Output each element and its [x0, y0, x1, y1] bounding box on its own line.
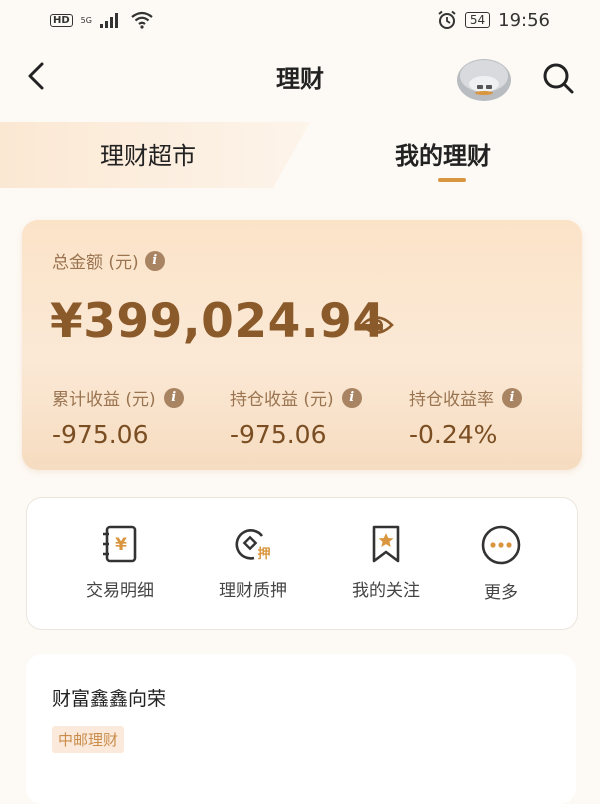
total-amount-label-row: 总金额 (元) i	[52, 248, 165, 273]
metric-label: 持仓收益 (元)	[230, 390, 334, 410]
tab-my-wealth[interactable]: 我的理财	[395, 136, 491, 171]
quick-actions-card: ¥ 交易明细 押 理财质押 我的关注 更多	[26, 497, 578, 630]
status-right: 54 19:56	[437, 10, 550, 31]
bookmark-icon	[372, 525, 400, 563]
action-my-follow[interactable]: 我的关注	[326, 524, 446, 601]
mascot-avatar-icon[interactable]	[455, 54, 513, 104]
svg-text:押: 押	[257, 546, 270, 562]
eye-icon[interactable]	[360, 314, 394, 336]
action-label: 更多	[484, 583, 518, 603]
metric-value: -975.06	[230, 420, 327, 449]
action-label: 交易明细	[86, 581, 154, 601]
info-icon[interactable]: i	[163, 387, 184, 408]
status-bar: HD 5G 54 19:56	[0, 0, 600, 40]
battery-indicator: 54	[464, 12, 491, 28]
alarm-icon	[438, 10, 456, 29]
metric-label: 累计收益 (元)	[52, 390, 156, 410]
metric-holding-yield: 持仓收益率 i -0.24%	[409, 385, 522, 449]
pledge-icon: 押	[235, 529, 271, 562]
product-name: 财富鑫鑫向荣	[52, 688, 167, 710]
info-icon[interactable]: i	[341, 387, 362, 408]
action-more[interactable]: 更多	[441, 524, 561, 603]
info-icon[interactable]: i	[502, 387, 522, 408]
action-transaction-detail[interactable]: ¥ 交易明细	[60, 524, 180, 601]
product-card[interactable]: 财富鑫鑫向荣 中邮理财	[26, 654, 576, 804]
transaction-detail-icon: ¥	[103, 525, 137, 563]
active-tab-indicator	[438, 178, 466, 182]
total-amount-value: ¥399,024.94	[50, 294, 386, 349]
search-icon[interactable]	[540, 60, 576, 96]
metric-value: -0.24%	[409, 420, 498, 449]
signal-icon	[99, 13, 118, 28]
total-amount-label: 总金额 (元)	[52, 253, 139, 273]
svg-text:¥: ¥	[115, 535, 127, 555]
hd-indicator: HD	[50, 13, 73, 27]
status-time: 19:56	[498, 9, 550, 31]
product-issuer-tag: 中邮理财	[52, 726, 125, 753]
metric-holding-income: 持仓收益 (元) i -975.06	[230, 385, 362, 449]
wifi-icon	[131, 11, 153, 29]
action-label: 理财质押	[219, 581, 287, 601]
metric-cumulative-income: 累计收益 (元) i -975.06	[52, 385, 184, 449]
asset-summary-card: 总金额 (元) i ¥399,024.94 累计收益 (元) i -975.06…	[22, 220, 582, 470]
tab-market[interactable]: 理财超市	[100, 136, 196, 171]
nav-bar: 理财	[0, 45, 600, 107]
action-label: 我的关注	[352, 581, 420, 601]
more-icon	[481, 525, 521, 565]
status-left: HD 5G	[50, 11, 154, 29]
network-type: 5G	[80, 15, 92, 25]
action-pledge[interactable]: 押 理财质押	[193, 524, 313, 601]
info-icon[interactable]: i	[144, 250, 165, 271]
metric-label: 持仓收益率	[409, 390, 494, 410]
metric-value: -975.06	[52, 420, 149, 449]
tab-bar: 理财超市 我的理财	[0, 118, 600, 190]
